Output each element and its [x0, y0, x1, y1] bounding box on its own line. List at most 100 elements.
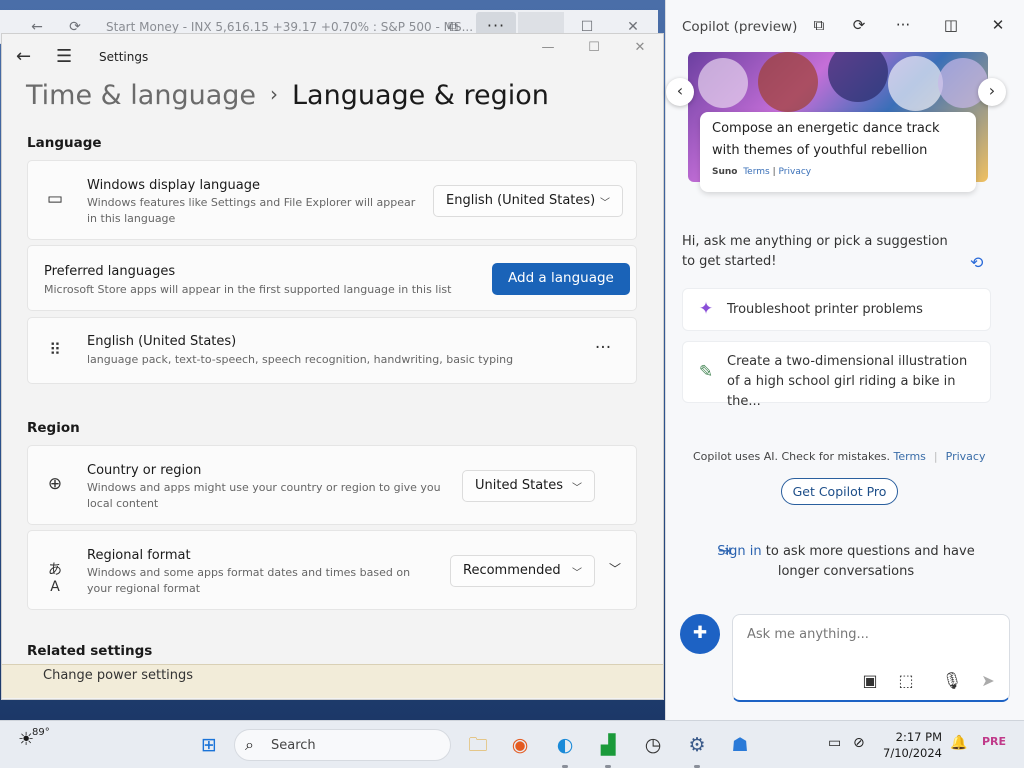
hero-prompt-text: Compose an energetic dance track with th…	[712, 121, 940, 158]
file-explorer-icon[interactable]: 🗀	[464, 731, 492, 759]
language-item-description: language pack, text-to-speech, speech re…	[87, 353, 514, 366]
device-icon[interactable]: ▭	[828, 735, 841, 751]
microphone-icon[interactable]: 🎙	[941, 671, 963, 690]
add-language-button[interactable]: Add a language	[492, 263, 630, 295]
network-volume-icon[interactable]: ⊘	[853, 735, 865, 751]
display-language-card: ▭ Windows display language Windows featu…	[27, 160, 637, 240]
country-region-value: United States	[475, 478, 564, 493]
preferred-languages-description: Microsoft Store apps will appear in the …	[44, 283, 452, 296]
section-title-language: Language	[27, 135, 102, 151]
expand-chevron-icon[interactable]: ﹀	[604, 560, 626, 577]
disclaimer-text: Copilot uses AI. Check for mistakes.	[693, 450, 890, 463]
settings-gear-icon[interactable]: ⚙	[683, 731, 711, 759]
firefox-icon[interactable]: ◉	[506, 731, 534, 759]
carousel-next-button[interactable]: ›	[978, 78, 1006, 106]
notification-icon[interactable]: 🔔	[950, 735, 967, 751]
ask-input[interactable]	[747, 627, 997, 642]
send-icon[interactable]: ➤	[977, 671, 999, 690]
taskbar-search[interactable]: ⌕ Search	[234, 729, 451, 761]
hamburger-menu-icon[interactable]: ☰	[56, 46, 72, 67]
app-title: Settings	[99, 50, 149, 64]
section-title-related: Related settings	[27, 643, 153, 659]
language-item-title: English (United States)	[87, 334, 237, 349]
clock[interactable]: 2:17 PM 7/10/2024	[880, 729, 942, 761]
get-copilot-pro-button[interactable]: Get Copilot Pro	[781, 478, 898, 505]
display-language-dropdown[interactable]: English (United States) ﹀	[433, 185, 623, 217]
chevron-down-icon: ﹀	[572, 483, 582, 494]
copilot-title: Copilot (preview)	[682, 19, 798, 35]
suggestion-item[interactable]: ✎ Create a two-dimensional illustration …	[682, 341, 991, 409]
regional-format-title: Regional format	[87, 548, 191, 563]
temperature: 89°	[32, 727, 50, 738]
suggestion-item[interactable]: ✦ Troubleshoot printer problems	[682, 288, 991, 331]
time: 2:17 PM	[895, 730, 942, 744]
sign-in-link[interactable]: Sign in	[717, 544, 761, 559]
regional-format-description: Windows and some apps format dates and t…	[87, 566, 411, 595]
more-options-icon[interactable]: ···	[892, 16, 914, 34]
taskbar: ☀ 89° ⊞ ⌕ Search 🗀 ◉ ◐ ▟ ◷ ⚙ ☗ ▭ ⊘ 2:17 …	[0, 720, 1024, 768]
screenshot-icon[interactable]: ⬚	[895, 671, 917, 690]
hero-privacy-link[interactable]: Privacy	[779, 167, 812, 177]
edge-icon[interactable]: ◐	[551, 731, 579, 759]
carousel-prev-button[interactable]: ‹	[666, 78, 694, 106]
copilot-badge-icon[interactable]: PRE	[982, 735, 1006, 748]
power-settings-link[interactable]: Change power settings	[43, 668, 193, 683]
settings-titlebar: ← ☰ Settings — ☐ ✕	[2, 34, 663, 80]
drag-handle-icon[interactable]: ⠿	[44, 340, 66, 359]
sparkle-icon: ✦	[698, 299, 714, 319]
display-language-value: English (United States)	[446, 193, 596, 208]
breadcrumb: Time & language › Language & region	[26, 80, 549, 111]
settings-window: ← ☰ Settings — ☐ ✕ Time & language › Langu…	[2, 34, 663, 699]
search-label: Search	[271, 738, 316, 753]
clock-app-icon[interactable]: ◷	[639, 731, 667, 759]
sign-in-text: to ask more questions and have longer co…	[765, 544, 975, 579]
add-image-icon[interactable]: ▣	[859, 671, 881, 690]
power-settings-strip[interactable]: Change power settings	[2, 664, 663, 698]
preferred-languages-card: Preferred languages Microsoft Store apps…	[27, 245, 637, 311]
close-icon[interactable]: ✕	[987, 16, 1009, 34]
help-icon[interactable]: ☗	[726, 731, 754, 759]
maximize-icon[interactable]: ☐	[584, 40, 604, 55]
close-icon[interactable]: ✕	[630, 40, 650, 55]
chevron-down-icon: ﹀	[600, 198, 610, 209]
copilot-panel: Copilot (preview) ⧉ ⟳ ··· ◫ ✕ ‹ › Compos…	[665, 0, 1024, 720]
regional-format-dropdown[interactable]: Recommended ﹀	[450, 555, 595, 587]
regional-format-value: Recommended	[463, 563, 561, 578]
stock-chart-icon[interactable]: ▟	[594, 731, 622, 759]
country-region-description: Windows and apps might use your country …	[87, 481, 441, 510]
display-language-title: Windows display language	[87, 178, 260, 193]
sign-in-prompt: Sign in to ask more questions and have l…	[716, 542, 976, 582]
suggestion-text: Troubleshoot printer problems	[727, 302, 923, 317]
hero-source: Suno	[712, 167, 738, 177]
refresh-icon[interactable]: ⟳	[848, 16, 870, 34]
laptop-icon: ▭	[46, 189, 64, 209]
display-language-description: Windows features like Settings and File …	[87, 196, 416, 225]
terms-link[interactable]: Terms	[894, 450, 926, 463]
country-region-dropdown[interactable]: United States ﹀	[462, 470, 595, 502]
more-options-icon[interactable]: ···	[592, 338, 614, 358]
disclaimer: Copilot uses AI. Check for mistakes. Ter…	[693, 450, 986, 463]
hero-terms-link[interactable]: Terms	[743, 167, 770, 177]
sidebar-toggle-icon[interactable]: ◫	[940, 16, 962, 34]
refresh-suggestions-icon[interactable]: ⟲	[970, 253, 983, 272]
new-topic-button[interactable]: ✚	[680, 614, 720, 654]
hero-meta: Suno Terms | Privacy	[712, 167, 811, 177]
ask-input-box[interactable]: ▣ ⬚ 🎙 ➤	[732, 614, 1010, 702]
breadcrumb-parent[interactable]: Time & language	[26, 80, 256, 111]
country-region-title: Country or region	[87, 463, 202, 478]
weather-widget[interactable]: ☀ 89°	[18, 727, 50, 750]
copilot-header: Copilot (preview) ⧉ ⟳ ··· ◫ ✕	[666, 0, 1024, 52]
privacy-link[interactable]: Privacy	[946, 450, 986, 463]
preferred-languages-title: Preferred languages	[44, 264, 176, 279]
minimize-icon[interactable]: —	[538, 40, 558, 55]
palette-icon: ✎	[698, 362, 714, 382]
search-icon: ⌕	[245, 735, 254, 754]
open-external-icon[interactable]: ⧉	[808, 16, 830, 34]
start-windows-icon[interactable]: ⊞	[195, 731, 223, 759]
chevron-right-icon: ›	[270, 82, 279, 106]
hero-prompt-card[interactable]: Compose an energetic dance track with th…	[700, 112, 976, 192]
chevron-down-icon: ﹀	[572, 568, 582, 579]
back-arrow-icon[interactable]: ←	[16, 46, 31, 67]
language-item-card[interactable]: ⠿ English (United States) language pack,…	[27, 317, 637, 384]
country-region-card: ⊕ Country or region Windows and apps mig…	[27, 445, 637, 525]
